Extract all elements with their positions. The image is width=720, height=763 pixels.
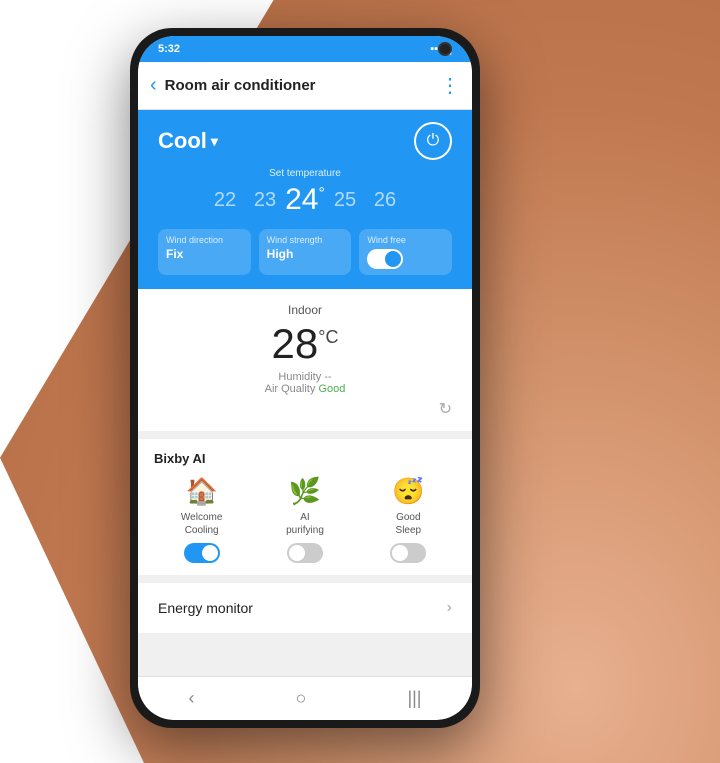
more-options-button[interactable]: ⋮: [440, 73, 460, 98]
wind-strength-value: High: [267, 247, 344, 261]
bixby-title: Bixby AI: [154, 451, 456, 466]
status-bar: 5:32 ▪▪▪ ▮: [138, 36, 472, 62]
good-sleep-icon: 😴: [392, 476, 424, 507]
bixby-item-good-sleep[interactable]: 😴 GoodSleep: [361, 476, 456, 563]
power-icon: ⏻: [427, 132, 440, 150]
air-quality-value: Good: [318, 383, 345, 395]
nav-home-button[interactable]: ○: [296, 688, 307, 709]
camera-dot: [438, 42, 452, 56]
ac-control-section: Cool ▾ ⏻ Set temperature 22 23 24° 25 2: [138, 110, 472, 289]
welcome-cooling-knob: [202, 545, 218, 561]
status-time: 5:32: [158, 43, 180, 55]
good-sleep-knob: [392, 545, 408, 561]
wind-free-toggle[interactable]: [367, 249, 403, 269]
indoor-title: Indoor: [158, 303, 452, 317]
temp-23[interactable]: 23: [245, 189, 285, 212]
ai-purifying-icon: 🌿: [289, 476, 321, 507]
degree-symbol: °: [318, 185, 324, 202]
nav-recents-button[interactable]: |||: [407, 688, 421, 709]
energy-monitor-label: Energy monitor: [158, 600, 253, 616]
indoor-temperature: 28°C: [158, 321, 452, 367]
scene: 5:32 ▪▪▪ ▮ ‹ Room air conditioner ⋮: [0, 0, 720, 763]
controls-row: Wind direction Fix Wind strength High Wi…: [158, 229, 452, 275]
air-quality-text: Air Quality Good: [158, 383, 452, 395]
ai-purifying-toggle[interactable]: [287, 543, 323, 563]
nav-bar: ‹ ○ |||: [138, 676, 472, 720]
energy-monitor-card[interactable]: Energy monitor ›: [138, 583, 472, 633]
wind-free-control[interactable]: Wind free: [359, 229, 452, 275]
main-content: Indoor 28°C Humidity -- Air Quality Good…: [138, 289, 472, 676]
good-sleep-toggle[interactable]: [390, 543, 426, 563]
wind-strength-label: Wind strength: [267, 235, 344, 245]
mode-row: Cool ▾ ⏻: [158, 122, 452, 160]
welcome-cooling-toggle[interactable]: [184, 543, 220, 563]
indoor-temp-value: 28: [272, 320, 319, 367]
ai-purifying-label: AIpurifying: [286, 511, 324, 537]
screen: 5:32 ▪▪▪ ▮ ‹ Room air conditioner ⋮: [138, 36, 472, 720]
bixby-item-welcome-cooling[interactable]: 🏠 WelcomeCooling: [154, 476, 249, 563]
set-temp-label: Set temperature: [158, 168, 452, 179]
bixby-items: 🏠 WelcomeCooling 🌿 AIpurifying: [154, 476, 456, 563]
indoor-card: Indoor 28°C Humidity -- Air Quality Good…: [138, 289, 472, 431]
refresh-button[interactable]: ↻: [158, 399, 452, 419]
temp-24-active[interactable]: 24°: [285, 183, 325, 217]
mode-text: Cool: [158, 128, 207, 154]
phone-body: 5:32 ▪▪▪ ▮ ‹ Room air conditioner ⋮: [130, 28, 480, 728]
indoor-temp-unit: °C: [318, 327, 338, 347]
ai-purifying-knob: [289, 545, 305, 561]
app-header: ‹ Room air conditioner ⋮: [138, 62, 472, 110]
wind-strength-control[interactable]: Wind strength High: [259, 229, 352, 275]
welcome-cooling-label: WelcomeCooling: [181, 511, 223, 537]
temp-22[interactable]: 22: [205, 189, 245, 212]
header-title: Room air conditioner: [165, 77, 440, 94]
temp-26[interactable]: 26: [365, 189, 405, 212]
temp-25[interactable]: 25: [325, 189, 365, 212]
mode-arrow-icon: ▾: [211, 133, 218, 150]
wind-direction-control[interactable]: Wind direction Fix: [158, 229, 251, 275]
bixby-item-ai-purifying[interactable]: 🌿 AIpurifying: [257, 476, 352, 563]
power-button[interactable]: ⏻: [414, 122, 452, 160]
nav-back-button[interactable]: ‹: [189, 688, 195, 709]
humidity-text: Humidity --: [158, 371, 452, 383]
back-button[interactable]: ‹: [150, 74, 157, 97]
wind-direction-value: Fix: [166, 247, 243, 261]
wind-free-toggle-knob: [385, 251, 401, 267]
wind-direction-label: Wind direction: [166, 235, 243, 245]
wind-free-label: Wind free: [367, 235, 444, 245]
phone-inner: 5:32 ▪▪▪ ▮ ‹ Room air conditioner ⋮: [138, 36, 472, 720]
energy-monitor-chevron: ›: [447, 599, 452, 617]
welcome-cooling-icon: 🏠: [185, 476, 217, 507]
good-sleep-label: GoodSleep: [396, 511, 422, 537]
bixby-card: Bixby AI 🏠 WelcomeCooling 🌿: [138, 439, 472, 575]
mode-selector[interactable]: Cool ▾: [158, 128, 218, 154]
temperature-row: 22 23 24° 25 26: [158, 183, 452, 217]
